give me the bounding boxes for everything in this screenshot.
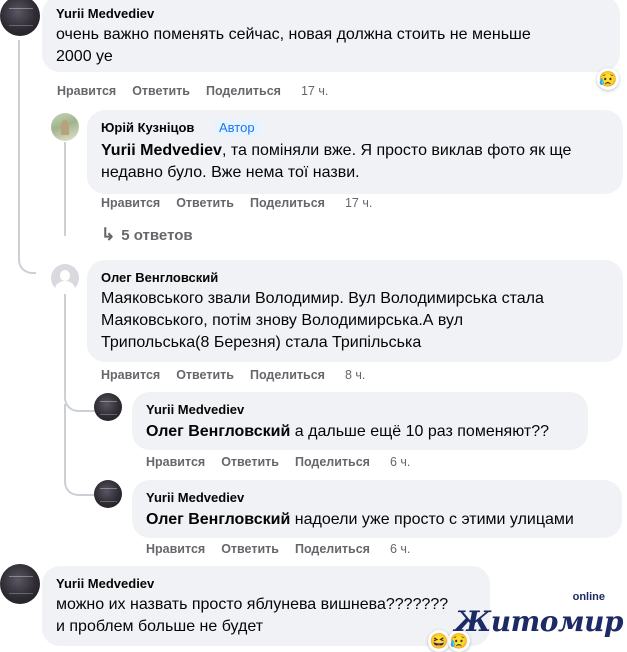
comment-text-line: очень важно поменять сейчас, новая должн…	[56, 26, 531, 43]
comment-author[interactable]: Yurii Medvediev	[146, 402, 244, 417]
comment-actions: Нравится Ответить Поделиться 6 ч.	[146, 542, 426, 556]
comment-author[interactable]: Yurii Medvediev	[146, 490, 244, 505]
reply-button[interactable]: Ответить	[176, 368, 234, 382]
share-button[interactable]: Поделиться	[250, 196, 325, 210]
comment-text-line: Олег Венгловский надоели уже просто с эт…	[146, 509, 574, 531]
sad-reaction-icon[interactable]: 😥	[597, 68, 619, 90]
comment-author[interactable]: Юрій Кузніцов	[101, 120, 194, 135]
avatar[interactable]	[51, 264, 79, 292]
comment-author[interactable]: Yurii Medvediev	[56, 576, 154, 591]
comment-text: , та поміняли вже. Я просто виклав фото …	[221, 142, 572, 159]
mention-link[interactable]: Олег Венгловский	[146, 423, 290, 440]
like-button[interactable]: Нравится	[146, 542, 205, 556]
mention-link[interactable]: Олег Венгловский	[146, 511, 290, 528]
avatar[interactable]	[94, 393, 122, 421]
comment-text-line: Маяковського звали Володимир. Вул Володи…	[101, 290, 544, 307]
like-button[interactable]: Нравится	[101, 196, 160, 210]
share-button[interactable]: Поделиться	[250, 368, 325, 382]
comment-actions: Нравится Ответить Поделиться 17 ч.	[101, 196, 388, 210]
comment-text-line: Трипольська(8 Березня) стала Трипільська	[101, 334, 422, 351]
avatar[interactable]	[94, 480, 122, 508]
timestamp[interactable]: 17 ч.	[345, 196, 372, 210]
mention-link[interactable]: Yurii Medvediev	[101, 142, 222, 159]
author-badge: Автор	[214, 119, 260, 136]
comment-text-line: Олег Венгловский а дальше ещё 10 раз пом…	[146, 421, 549, 443]
reply-arrow-icon: ↳	[101, 225, 116, 244]
thread-line-main	[18, 40, 36, 274]
like-button[interactable]: Нравится	[146, 455, 205, 469]
avatar[interactable]	[0, 564, 40, 604]
comment-author[interactable]: Yurii Medvediev	[56, 6, 154, 21]
comment-text-line: недавно було. Вже нема тої назви.	[101, 164, 360, 181]
avatar[interactable]	[51, 113, 79, 141]
replies-count: 5 ответов	[121, 227, 193, 244]
laugh-reaction-icon[interactable]: 😆	[428, 630, 450, 652]
comment-actions: Нравится Ответить Поделиться 17 ч.	[57, 84, 344, 98]
comment-text: надоели уже просто с этими улицами	[290, 511, 574, 528]
comment-text-line: Yurii Medvediev, та поміняли вже. Я прос…	[101, 140, 571, 162]
share-button[interactable]: Поделиться	[295, 542, 370, 556]
comment-bubble: Юрій Кузніцов Автор Yurii Medvediev, та …	[87, 110, 623, 194]
comment-bubble: Yurii Medvediev Олег Венгловский а дальш…	[132, 392, 588, 450]
share-button[interactable]: Поделиться	[295, 455, 370, 469]
comment-actions: Нравится Ответить Поделиться 6 ч.	[146, 455, 426, 469]
comment-text-line: и проблем больше не будет	[56, 618, 264, 635]
watermark-main: Житомир	[454, 605, 624, 638]
timestamp[interactable]: 6 ч.	[390, 455, 410, 469]
comment-text-line: можно их назвать просто яблунева вишнева…	[56, 596, 449, 613]
reply-button[interactable]: Ответить	[176, 196, 234, 210]
avatar[interactable]	[0, 0, 40, 36]
comment-text: а дальше ещё 10 раз поменяют??	[290, 423, 549, 440]
site-watermark-logo: online Житомир	[455, 591, 627, 640]
timestamp[interactable]: 6 ч.	[390, 542, 410, 556]
comment-text-line: 2000 уе	[56, 48, 113, 65]
comment-bubble: Yurii Medvediev можно их назвать просто …	[42, 566, 490, 646]
like-button[interactable]: Нравится	[101, 368, 160, 382]
thread-line-reply-3	[64, 404, 96, 496]
reply-button[interactable]: Ответить	[221, 542, 279, 556]
share-button[interactable]: Поделиться	[206, 84, 281, 98]
comment-bubble: Yurii Medvediev Олег Венгловский надоели…	[132, 480, 622, 538]
comment-bubble: Yurii Medvediev очень важно поменять сей…	[42, 0, 620, 72]
view-replies-link[interactable]: ↳ 5 ответов	[101, 225, 193, 245]
reply-button[interactable]: Ответить	[132, 84, 190, 98]
comment-bubble: Олег Венгловский Маяковського звали Воло…	[87, 260, 623, 362]
timestamp[interactable]: 17 ч.	[301, 84, 328, 98]
like-button[interactable]: Нравится	[57, 84, 116, 98]
watermark-sup: online	[572, 591, 605, 603]
comment-actions: Нравится Ответить Поделиться 8 ч.	[101, 368, 381, 382]
comment-author[interactable]: Олег Венгловский	[101, 270, 218, 285]
timestamp[interactable]: 8 ч.	[345, 368, 365, 382]
reply-button[interactable]: Ответить	[221, 455, 279, 469]
thread-line-reply-1	[64, 142, 88, 236]
comment-text-line: Маяковського, потім знову Володимирська.…	[101, 312, 464, 329]
